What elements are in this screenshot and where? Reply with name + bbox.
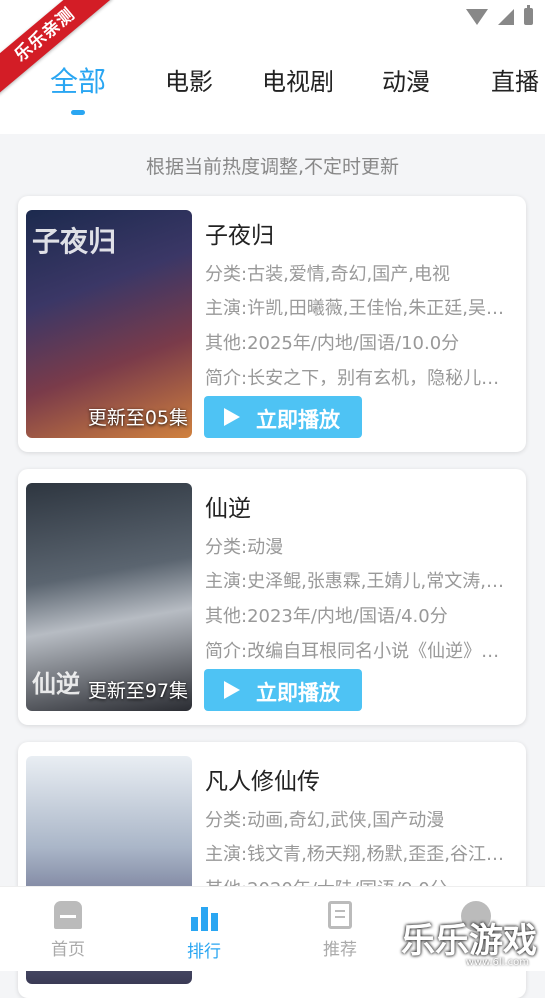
episode-update-label: 更新至05集 (87, 407, 188, 429)
watermark-logo: 乐乐游戏 (401, 921, 537, 961)
video-intro: 简介:改编自耳根同名小说《仙逆》… (205, 641, 500, 662)
nav-recommend-label: 推荐 (323, 940, 357, 960)
signal-icon (498, 8, 514, 25)
nav-ranking[interactable]: 排行 (154, 901, 254, 962)
play-now-label: 立即播放 (256, 408, 340, 432)
video-category: 分类:古装,爱情,奇幻,国产,电视 (205, 264, 450, 285)
update-notice: 根据当前热度调整,不定时更新 (145, 156, 400, 178)
video-cast: 主演:许凯,田曦薇,王佳怡,朱正廷,吴… (205, 298, 504, 319)
active-tab-indicator (71, 110, 85, 115)
video-other-info: 其他:2023年/内地/国语/4.0分 (205, 606, 448, 627)
play-now-button[interactable]: 立即播放 (204, 396, 362, 438)
video-category: 分类:动漫 (205, 537, 284, 558)
video-card[interactable]: 子夜归 更新至05集 子夜归 分类:古装,爱情,奇幻,国产,电视 主演:许凯,田… (18, 196, 526, 452)
ranking-icon (154, 901, 254, 931)
video-cast: 主演:史泽鲲,张惠霖,王婧儿,常文涛,… (205, 571, 504, 592)
video-intro: 简介:长安之下，别有玄机，隐秘儿… (205, 368, 500, 389)
play-icon (224, 408, 240, 426)
battery-icon (524, 5, 533, 25)
home-icon (54, 901, 82, 929)
play-now-button[interactable]: 立即播放 (204, 669, 362, 711)
video-category: 分类:动画,奇幻,武侠,国产动漫 (205, 810, 445, 831)
tab-tv[interactable]: 电视剧 (262, 62, 334, 97)
nav-home[interactable]: 首页 (18, 901, 118, 960)
nav-home-label: 首页 (51, 940, 85, 960)
recommend-icon (328, 901, 352, 929)
video-cast: 主演:钱文青,杨天翔,杨默,歪歪,谷江… (205, 844, 504, 865)
video-title[interactable]: 子夜归 (205, 216, 274, 250)
tab-anime[interactable]: 动漫 (382, 62, 430, 97)
poster-image[interactable]: 仙逆 更新至97集 (26, 483, 192, 711)
poster-image[interactable]: 子夜归 更新至05集 (26, 210, 192, 438)
play-icon (224, 681, 240, 699)
watermark-url: www.6ll.com (465, 957, 529, 968)
tab-all[interactable]: 全部 (50, 60, 106, 100)
tab-movie[interactable]: 电影 (165, 62, 213, 97)
nav-ranking-label: 排行 (187, 942, 221, 962)
tab-live[interactable]: 直播 (491, 62, 539, 97)
wifi-icon (466, 8, 488, 25)
episode-update-label: 更新至97集 (87, 680, 188, 702)
nav-recommend[interactable]: 推荐 (290, 901, 390, 960)
category-tabs: 全部 电影 电视剧 动漫 直播 (0, 36, 545, 134)
video-title[interactable]: 凡人修仙传 (205, 762, 320, 796)
video-title[interactable]: 仙逆 (205, 489, 251, 523)
video-other-info: 其他:2025年/内地/国语/10.0分 (205, 333, 460, 354)
poster-logo: 子夜归 (32, 225, 117, 258)
play-now-label: 立即播放 (256, 681, 340, 705)
video-card[interactable]: 仙逆 更新至97集 仙逆 分类:动漫 主演:史泽鲲,张惠霖,王婧儿,常文涛,… … (18, 469, 526, 725)
poster-logo: 仙逆 (32, 670, 80, 698)
